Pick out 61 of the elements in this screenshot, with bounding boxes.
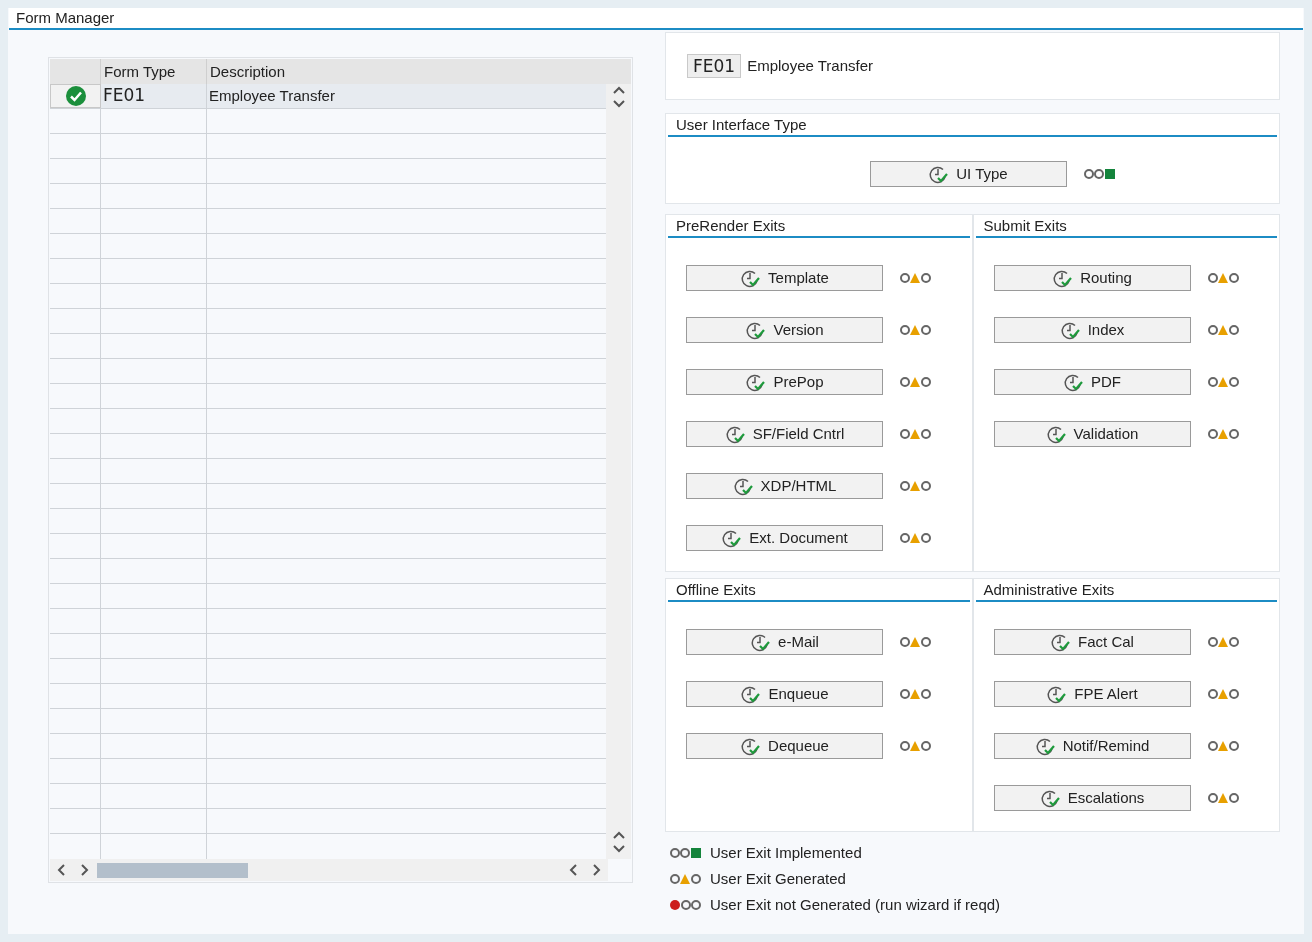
exit-button[interactable]: Index	[993, 317, 1191, 343]
clock-check-icon	[928, 164, 949, 184]
exit-button[interactable]: FPE Alert	[993, 681, 1191, 707]
exit-button[interactable]: e-Mail	[686, 629, 883, 655]
form-code: FE01	[687, 54, 742, 78]
section-title: User Interface Type	[668, 114, 1277, 137]
exit-button[interactable]: Version	[686, 317, 883, 343]
legend-label: User Exit not Generated (run wizard if reqd)	[710, 895, 1001, 915]
exit-button[interactable]: UI Type	[869, 161, 1067, 187]
exit-button[interactable]: Fact Cal	[993, 629, 1191, 655]
exit-button[interactable]: Validation	[993, 421, 1191, 447]
clock-check-icon	[740, 684, 761, 704]
window-title: Form Manager	[9, 8, 1303, 30]
exit-button[interactable]: Enqueue	[686, 681, 883, 707]
clock-check-icon	[745, 320, 766, 340]
section-title: Offline Exits	[668, 579, 970, 602]
legend-label: User Exit Generated	[710, 869, 846, 889]
exit-button[interactable]: Escalations	[993, 785, 1191, 811]
column-header[interactable]: Description	[207, 59, 607, 84]
clock-check-icon	[1039, 788, 1060, 808]
exit-button[interactable]: Dequeue	[686, 733, 883, 759]
table-row[interactable]: FE01 Employee Transfer	[50, 84, 607, 109]
clock-check-icon	[1063, 372, 1083, 392]
form-description: Employee Transfer	[747, 55, 874, 76]
clock-check-icon	[745, 372, 766, 392]
scroll-right-icon[interactable]	[593, 864, 601, 876]
exit-button[interactable]: XDP/HTML	[686, 473, 883, 499]
scroll-up-icon[interactable]	[612, 831, 625, 839]
clock-check-icon	[740, 268, 761, 288]
clock-check-icon	[1052, 268, 1073, 288]
clock-check-icon	[740, 736, 761, 756]
exit-button[interactable]: PDF	[993, 369, 1191, 395]
clock-check-icon	[1045, 424, 1066, 444]
section-title: Administrative Exits	[975, 579, 1277, 602]
scroll-up-icon[interactable]	[612, 86, 625, 94]
clock-check-icon	[1059, 320, 1080, 340]
check-icon	[65, 86, 86, 106]
table-cell: FE01	[101, 84, 207, 108]
exit-button[interactable]: Routing	[993, 265, 1191, 291]
scroll-down-icon[interactable]	[612, 100, 625, 108]
scroll-right-icon[interactable]	[81, 864, 89, 876]
scroll-down-icon[interactable]	[612, 845, 625, 853]
section-title: PreRender Exits	[668, 215, 970, 238]
exit-button[interactable]: Template	[686, 265, 883, 291]
clock-check-icon	[724, 424, 745, 444]
clock-check-icon	[1034, 736, 1055, 756]
clock-check-icon	[750, 632, 771, 652]
exit-button[interactable]: Notif/Remind	[993, 733, 1191, 759]
legend-label: User Exit Implemented	[710, 843, 862, 863]
section-title: Submit Exits	[975, 215, 1277, 238]
clock-check-icon	[1050, 632, 1071, 652]
clock-check-icon	[732, 476, 753, 496]
exit-button[interactable]: Ext. Document	[686, 525, 883, 551]
scrollbar-thumb[interactable]	[97, 862, 248, 878]
scroll-left-icon[interactable]	[569, 864, 577, 876]
clock-check-icon	[721, 528, 742, 548]
scroll-left-icon[interactable]	[57, 864, 65, 876]
exit-button[interactable]: SF/Field Cntrl	[686, 421, 883, 447]
clock-check-icon	[1046, 684, 1067, 704]
exit-button[interactable]: PrePop	[686, 369, 883, 395]
table-cell-text: Employee Transfer	[208, 86, 336, 106]
